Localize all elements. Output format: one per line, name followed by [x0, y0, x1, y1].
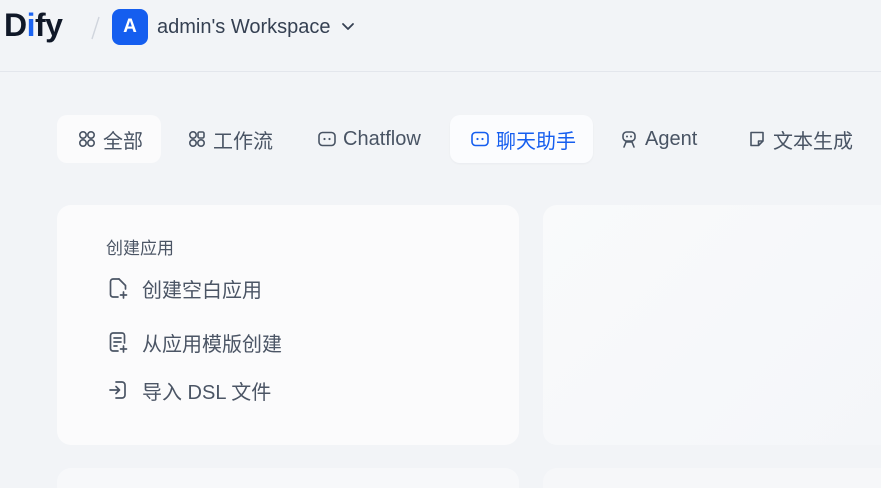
- agent-icon: [622, 131, 636, 148]
- create-item-label: 创建空白应用: [142, 279, 262, 302]
- tab-label: 聊天助手: [496, 130, 576, 153]
- app-card-placeholder: [543, 205, 881, 445]
- app-card-placeholder: [543, 468, 881, 488]
- create-blank-app-button[interactable]: 创建空白应用: [106, 274, 262, 302]
- tab-chatflow[interactable]: Chatflow: [297, 115, 437, 163]
- create-from-template-button[interactable]: 从应用模版创建: [106, 328, 282, 356]
- file-plus-icon: [109, 278, 128, 299]
- create-item-label: 导入 DSL 文件: [142, 381, 272, 404]
- dify-logo[interactable]: Dify: [4, 5, 63, 45]
- create-app-card: 创建应用 创建空白应用 从应用模版创建 导入 DSL 文件: [57, 205, 519, 445]
- app-list-page: Dify A admin's Workspace 全部 工作流 Chatflow…: [0, 0, 881, 488]
- workspace-avatar[interactable]: A: [112, 9, 148, 45]
- chevron-down-icon[interactable]: [341, 21, 355, 33]
- breadcrumb-separator: [91, 16, 100, 40]
- chat-assistant-icon: [471, 131, 489, 147]
- tab-label: Agent: [645, 127, 698, 150]
- create-item-label: 从应用模版创建: [142, 333, 282, 356]
- tab-text-generation[interactable]: 文本生成: [727, 115, 867, 163]
- tab-workflow[interactable]: 工作流: [167, 115, 287, 163]
- import-icon: [109, 381, 126, 399]
- top-header: Dify A admin's Workspace: [0, 0, 881, 72]
- tab-label: 全部: [103, 130, 143, 153]
- tab-all[interactable]: 全部: [57, 115, 161, 163]
- workspace-name[interactable]: admin's Workspace: [157, 16, 331, 38]
- tab-label: 工作流: [213, 130, 273, 153]
- create-app-title: 创建应用: [106, 239, 174, 258]
- workflow-icon: [188, 130, 206, 148]
- text-generation-icon: [750, 131, 764, 147]
- tab-chat-assistant[interactable]: 聊天助手: [450, 115, 593, 163]
- grid-icon: [78, 130, 96, 148]
- template-icon: [109, 332, 128, 353]
- import-dsl-button[interactable]: 导入 DSL 文件: [106, 376, 271, 404]
- chatflow-icon: [318, 131, 336, 147]
- tab-agent[interactable]: Agent: [599, 115, 719, 163]
- tab-label: Chatflow: [343, 127, 421, 150]
- tab-label: 文本生成: [773, 130, 853, 153]
- app-card-placeholder: [57, 468, 519, 488]
